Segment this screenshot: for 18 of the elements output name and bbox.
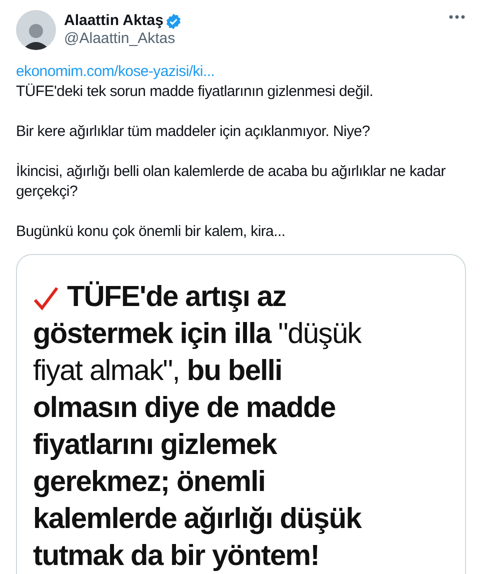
image-text-line: gerekmez; önemli [33, 465, 266, 500]
tweet-paragraph: TÜFE'deki tek sorun madde fiyatlarının gizlenmesi değil. [16, 82, 374, 102]
image-text-line: TÜFE'de artışı az [67, 280, 286, 315]
attached-image[interactable]: TÜFE'de artışı az göstermek için illa "düşük fiyat almak", bu belli olmasın diye de madde fiyatlarını gizlemek gerekmez; önemli kalemlerde ağırlığı düşük tutmak da bir yöntem! [16, 254, 466, 574]
tweet-paragraph: Bugünkü konu çok önemli bir kalem, kira... [16, 222, 286, 242]
image-text-line: fiyatlarını gizlemek [33, 428, 276, 463]
author-name[interactable]: Alaattin Aktaş [64, 12, 164, 30]
image-text-line: tutmak da bir yöntem! [33, 539, 320, 574]
more-options-icon[interactable] [448, 14, 466, 20]
author-handle[interactable]: @Alaattin_Aktas [64, 30, 182, 48]
tweet-paragraph: Bir kere ağırlıklar tüm maddeler için açıklanmıyor. Niye? [16, 122, 371, 142]
image-text-line: olmasın diye de madde [33, 391, 336, 426]
tweet-paragraph: İkincisi, ağırlığı belli olan kalemlerde de acaba bu ağırlıklar ne kadar gerçekçi? [16, 162, 446, 202]
image-text-line: göstermek için illa "düşük [33, 317, 361, 352]
image-text-line: fiyat almak", bu belli [33, 354, 282, 389]
avatar[interactable] [16, 10, 56, 50]
check-mark-icon [33, 284, 59, 310]
image-text-line: kalemlerde ağırlığı düşük [33, 502, 362, 537]
